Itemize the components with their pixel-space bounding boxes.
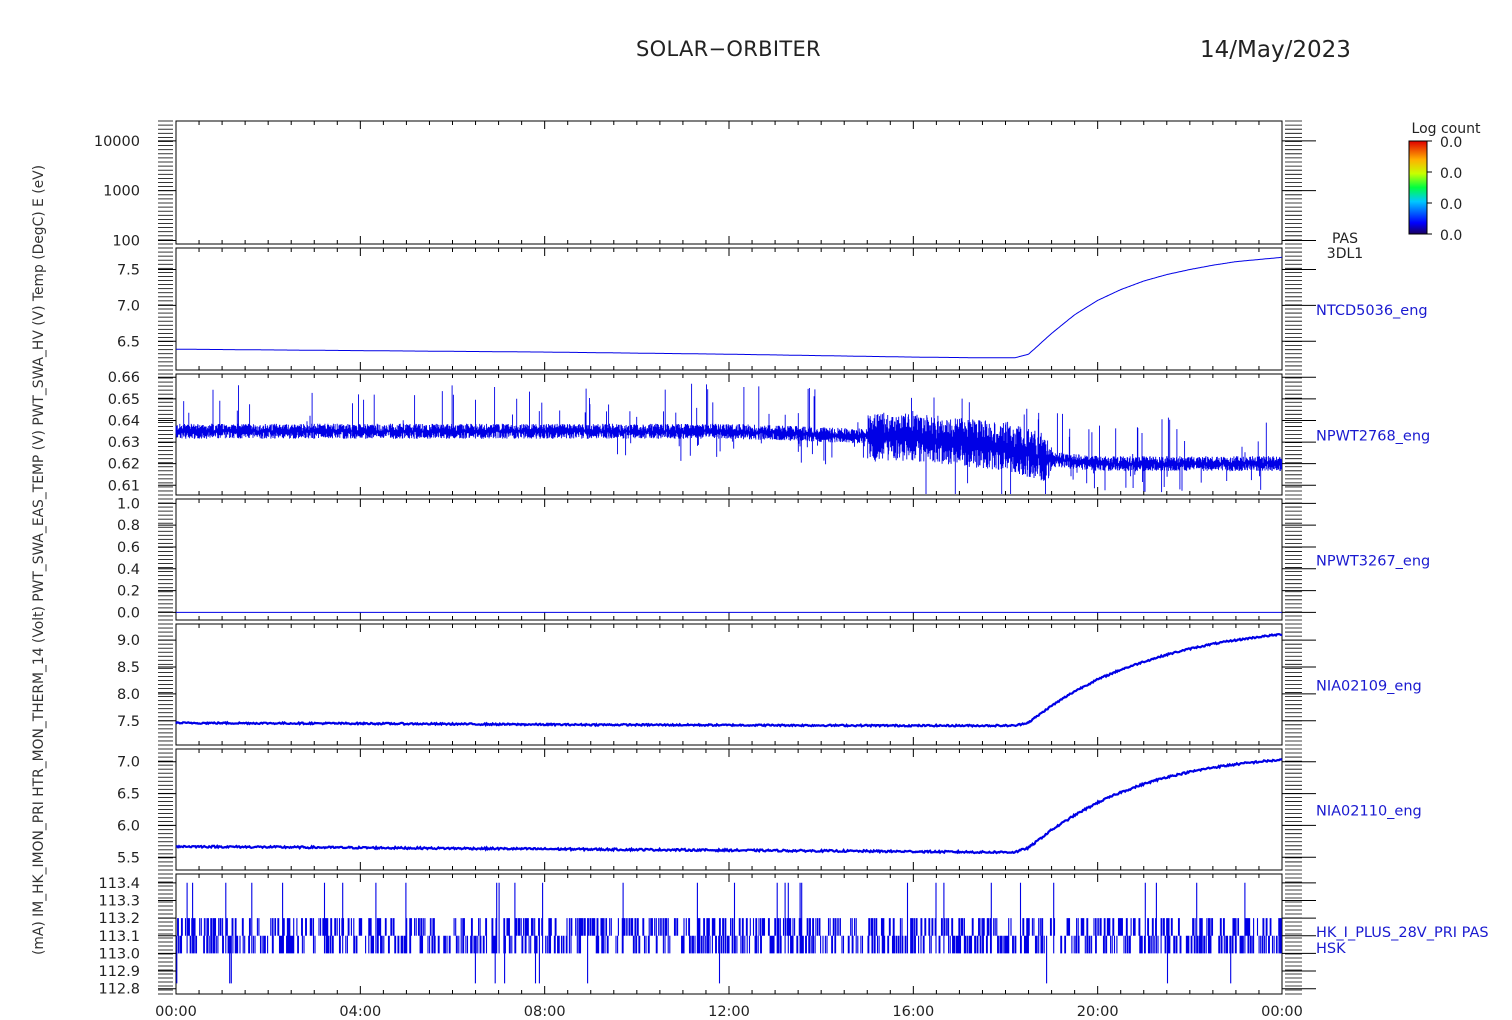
y-tick-label: 113.4 — [98, 876, 140, 892]
panel-label: HK_I_PLUS_28V_PRI PAS — [1316, 925, 1489, 941]
y-tick-label: 6.5 — [117, 787, 140, 803]
y-tick-label: 113.3 — [98, 893, 140, 909]
y-tick-label: 0.0 — [117, 605, 140, 621]
y-tick-label: 1000 — [103, 184, 140, 200]
colorbar-gradient — [1408, 140, 1428, 235]
y-tick-label: 112.9 — [98, 964, 140, 980]
y-tick-label: 7.5 — [117, 263, 140, 279]
panel-4: 1.0 0.8 0.6 0.4 0.2 0.0 NPWT3267_eng — [117, 496, 1430, 621]
x-tick-label: 20:00 — [1077, 1004, 1119, 1020]
colorbar-tick-label: 0.0 — [1440, 166, 1462, 182]
series-spikes — [175, 383, 1283, 494]
y-tick-label: 7.5 — [117, 714, 140, 730]
y-tick-label: 113.0 — [98, 946, 140, 962]
panel-5: 9.0 8.5 8.0 7.5 NIA02109_eng — [117, 623, 1422, 746]
y-tick-label: 0.61 — [108, 478, 140, 494]
panel-1: 10000 1000 100 PAS3DL1 — [94, 120, 1363, 262]
y-tick-label: 0.6 — [117, 540, 140, 556]
y-tick-label: 112.8 — [98, 982, 140, 998]
series-line — [176, 256, 1283, 359]
y-tick-label: 100 — [112, 233, 140, 249]
panel-label: 3DL1 — [1327, 246, 1363, 262]
panel-label: NIA02109_eng — [1316, 679, 1422, 695]
y-tick-label: 5.5 — [117, 850, 140, 866]
series-line — [175, 632, 1283, 729]
y-tick-label: 6.0 — [117, 818, 140, 834]
y-tick-label: 9.0 — [117, 633, 140, 649]
series-line — [175, 758, 1283, 855]
y-tick-label: 0.63 — [108, 435, 140, 451]
stacked-timeseries-plot: 10000 1000 100 PAS3DL1 7.5 7.0 6.5 NTCD5036_eng… — [31, 120, 1489, 1020]
panel-frame — [175, 247, 1283, 371]
panel-label: NIA02110_eng — [1316, 804, 1422, 820]
y-tick-label: 0.2 — [117, 584, 140, 600]
y-tick-label: 0.64 — [108, 413, 140, 429]
y-tick-label: 10000 — [94, 134, 140, 150]
panel-label: NPWT2768_eng — [1316, 429, 1430, 445]
panel-label: PAS — [1332, 231, 1358, 247]
colorbar-tick-label: 0.0 — [1440, 228, 1462, 244]
panel-frame — [175, 498, 1283, 621]
x-tick-label: 00:00 — [1261, 1004, 1303, 1020]
panel-2: 7.5 7.0 6.5 NTCD5036_eng — [117, 247, 1428, 371]
panel-7: 113.4113.3 113.2 113.1113.0 112.9 112.8 HK_I_… — [98, 873, 1489, 998]
colorbar-tick-label: 0.0 — [1440, 135, 1462, 151]
series-switching — [176, 882, 1282, 984]
colorbar-tick-label: 0.0 — [1440, 197, 1462, 213]
panel-frame — [175, 623, 1283, 746]
y-tick-label: 113.2 — [98, 911, 140, 927]
panel-6: 7.0 6.5 6.0 5.5 NIA02110_eng — [117, 748, 1422, 871]
y-tick-label: 0.65 — [108, 392, 140, 408]
y-tick-label: 8.5 — [117, 660, 140, 676]
x-tick-label: 16:00 — [892, 1004, 934, 1020]
x-tick-label: 08:00 — [524, 1004, 566, 1020]
panel-3: 0.66 0.65 0.64 0.63 0.62 0.61 NPWT2768_eng — [108, 370, 1430, 496]
y-tick-label: 0.4 — [117, 562, 140, 578]
panel-frame — [175, 120, 1283, 245]
x-tick-label: 12:00 — [708, 1004, 750, 1020]
y-tick-label: 0.66 — [108, 370, 140, 386]
y-tick-label: 0.8 — [117, 518, 140, 534]
panel-label: NTCD5036_eng — [1316, 303, 1428, 319]
panel-label: NPWT3267_eng — [1316, 554, 1430, 570]
y-tick-label: 0.62 — [108, 457, 140, 473]
y-tick-label: 8.0 — [117, 687, 140, 703]
x-tick-label: 04:00 — [339, 1004, 381, 1020]
colorbar: Log count0.00.00.00.0 — [1408, 121, 1481, 244]
y-tick-label: 7.0 — [117, 298, 140, 314]
y-tick-label: 7.0 — [117, 755, 140, 771]
left-axis-label: (mA) IM_HK_IMON_PRI HTR_MON_THERM_14 (Vo… — [31, 165, 47, 955]
panel-label: HSK — [1316, 941, 1346, 957]
x-tick-label: 00:00 — [155, 1004, 197, 1020]
y-tick-label: 1.0 — [117, 496, 140, 512]
y-tick-label: 113.1 — [98, 929, 140, 945]
y-tick-label: 6.5 — [117, 334, 140, 350]
